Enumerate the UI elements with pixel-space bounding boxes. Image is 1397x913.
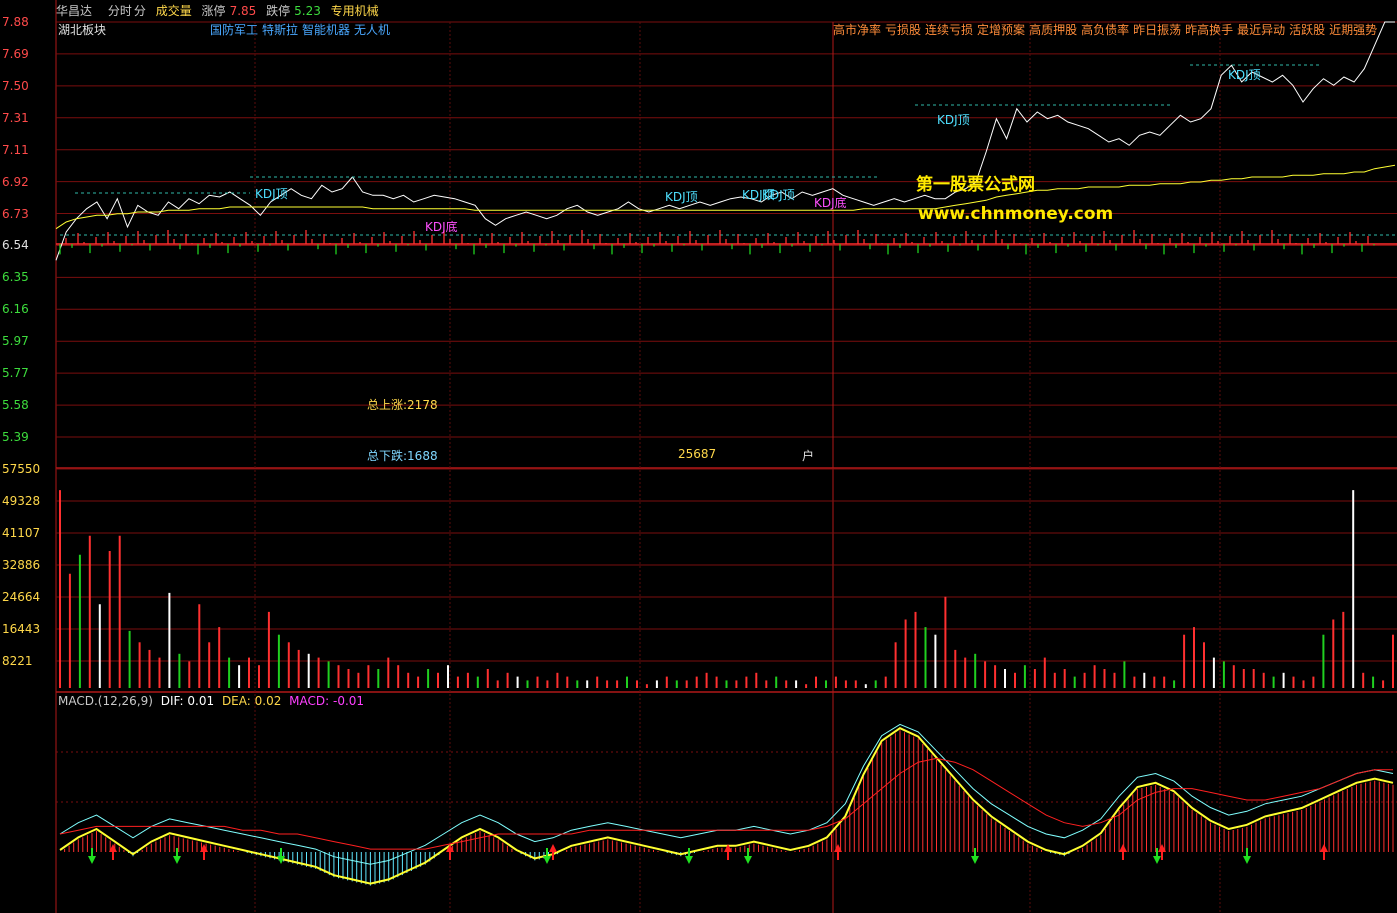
macd-title: MACD.(12,26,9) [58, 694, 153, 708]
kdj-top-label: KDJ顶 [665, 190, 698, 204]
macd-line-DIF [59, 723, 1394, 865]
unit-stat: 户 [802, 449, 815, 463]
macd-line-DEA [59, 757, 1393, 850]
watermark-url: www.chnmoney.com [918, 204, 1114, 224]
price-series-price [55, 21, 1395, 261]
kdj-bottom-label: KDJ底 [814, 195, 847, 210]
kdj-top-label: KDJ顶 [255, 187, 288, 201]
macd-dif: DIF: 0.01 [160, 694, 215, 708]
macd-value: MACD: -0.01 [289, 694, 365, 708]
count-stat: 25687 [678, 447, 717, 461]
kdj-bottom-label: KDJ底 [425, 219, 458, 234]
watermark-title: 第一股票公式网 [916, 175, 1035, 195]
macd-legend: MACD.(12,26,9) DIF: 0.01 DEA: 0.02 MACD:… [58, 694, 364, 708]
total-up-stat: 总上涨:2178 [367, 398, 438, 412]
kdj-top-label: KDJ顶 [937, 113, 970, 127]
total-down-stat: 总下跌:1688 [367, 449, 438, 463]
kdj-top-label: KDJ顶 [1228, 68, 1261, 82]
kdj-top-label: KDJ顶 [762, 188, 795, 202]
macd-dea: DEA: 0.02 [221, 694, 282, 708]
